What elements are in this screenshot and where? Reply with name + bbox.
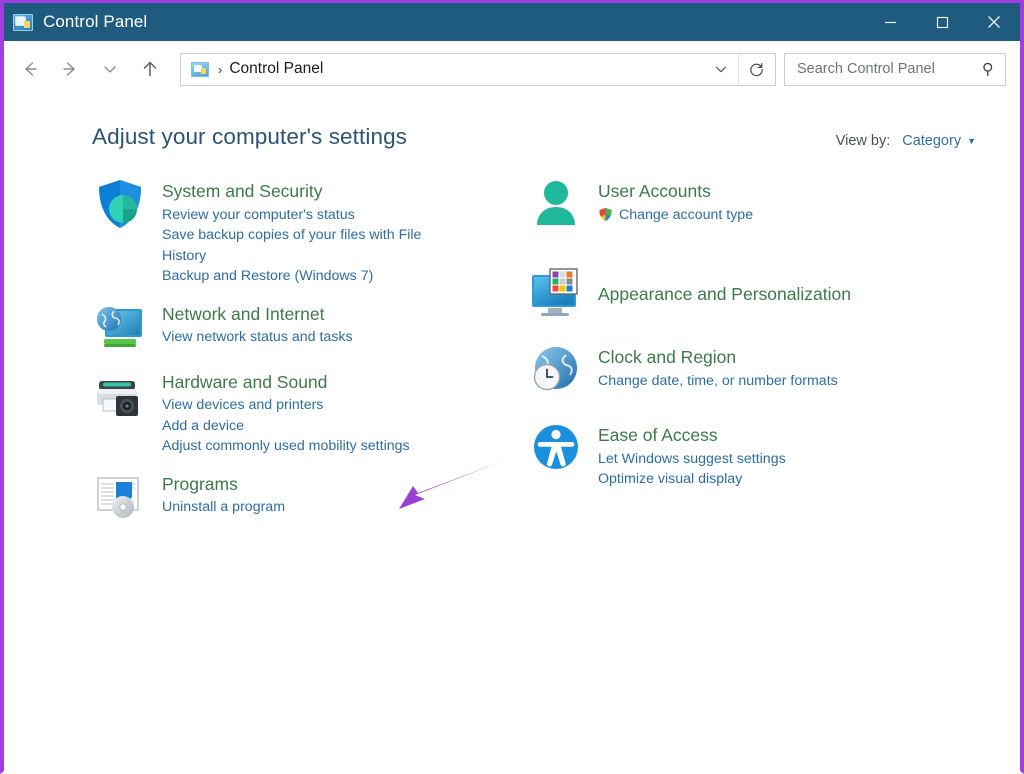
category-body: Ease of Access Let Windows suggest setti… bbox=[598, 420, 786, 490]
back-button[interactable] bbox=[10, 49, 50, 89]
category-link[interactable]: View network status and tasks bbox=[162, 327, 353, 347]
uac-shield-icon bbox=[598, 207, 613, 222]
refresh-icon[interactable] bbox=[739, 54, 773, 85]
category-title[interactable]: Appearance and Personalization bbox=[598, 283, 851, 306]
category-ease-of-access[interactable]: Ease of Access Let Windows suggest setti… bbox=[528, 420, 1020, 490]
category-clock-and-region[interactable]: Clock and Region Change date, time, or n… bbox=[528, 342, 1020, 398]
right-column: User Accounts Change account type Appear… bbox=[512, 176, 1020, 539]
search-icon[interactable] bbox=[981, 61, 997, 77]
category-link[interactable]: Change date, time, or number formats bbox=[598, 371, 838, 391]
control-panel-content: Adjust your computer's settings View by:… bbox=[4, 97, 1020, 539]
search-box[interactable] bbox=[784, 52, 1006, 86]
view-by-dropdown[interactable]: Category ▼ bbox=[902, 133, 976, 149]
view-by-label: View by: bbox=[835, 133, 891, 149]
address-toolbar: › Control Panel bbox=[4, 41, 1020, 97]
breadcrumb-icon bbox=[191, 61, 209, 77]
forward-button[interactable] bbox=[50, 49, 90, 89]
minimize-button[interactable] bbox=[864, 3, 916, 41]
category-body: User Accounts Change account type bbox=[598, 176, 753, 232]
network-globe-monitor-icon bbox=[92, 299, 148, 355]
category-link[interactable]: Adjust commonly used mobility settings bbox=[162, 436, 410, 456]
category-programs[interactable]: Programs Uninstall a program bbox=[92, 469, 512, 525]
category-link[interactable]: Backup and Restore (Windows 7) bbox=[162, 266, 452, 286]
recent-locations-button[interactable] bbox=[90, 49, 130, 89]
security-shield-icon bbox=[92, 176, 148, 232]
search-input[interactable] bbox=[797, 61, 981, 77]
chevron-down-icon: ▼ bbox=[967, 135, 976, 146]
left-column: System and Security Review your computer… bbox=[4, 176, 512, 539]
close-button[interactable] bbox=[968, 3, 1020, 41]
previous-locations-button[interactable] bbox=[704, 54, 738, 85]
control-panel-icon bbox=[13, 13, 33, 31]
category-link[interactable]: Let Windows suggest settings bbox=[598, 449, 786, 469]
category-title[interactable]: Hardware and Sound bbox=[162, 371, 327, 394]
category-link[interactable]: Review your computer's status bbox=[162, 205, 452, 225]
category-link[interactable]: Uninstall a program bbox=[162, 497, 285, 517]
category-link[interactable]: Add a device bbox=[162, 416, 410, 436]
category-body: System and Security Review your computer… bbox=[162, 176, 452, 287]
category-user-accounts[interactable]: User Accounts Change account type bbox=[528, 176, 1020, 232]
appearance-monitor-icon bbox=[528, 264, 584, 320]
page-title: Adjust your computer's settings bbox=[92, 124, 408, 149]
category-body: Clock and Region Change date, time, or n… bbox=[598, 342, 838, 398]
category-body: Appearance and Personalization bbox=[598, 264, 851, 320]
category-link-change-account-type[interactable]: Change account type bbox=[598, 205, 753, 225]
category-title[interactable]: Clock and Region bbox=[598, 346, 736, 369]
view-by-control: View by: Category ▼ bbox=[836, 124, 976, 149]
category-title[interactable]: Ease of Access bbox=[598, 424, 718, 447]
content-header: Adjust your computer's settings View by:… bbox=[4, 97, 1020, 150]
category-title[interactable]: Programs bbox=[162, 473, 238, 496]
category-body: Programs Uninstall a program bbox=[162, 469, 285, 525]
programs-disc-icon bbox=[92, 469, 148, 525]
category-title[interactable]: User Accounts bbox=[598, 180, 711, 203]
category-link[interactable]: View devices and printers bbox=[162, 395, 410, 415]
breadcrumb-separator: › bbox=[218, 61, 223, 77]
category-link[interactable]: Optimize visual display bbox=[598, 469, 786, 489]
category-hardware-and-sound[interactable]: Hardware and Sound View devices and prin… bbox=[92, 367, 512, 457]
ease-of-access-icon bbox=[528, 420, 584, 476]
user-account-icon bbox=[528, 176, 584, 232]
category-link[interactable]: Save backup copies of your files with Fi… bbox=[162, 225, 452, 266]
clock-globe-icon bbox=[528, 342, 584, 398]
category-title[interactable]: Network and Internet bbox=[162, 303, 324, 326]
category-link-label: Change account type bbox=[619, 206, 754, 223]
address-bar[interactable]: › Control Panel bbox=[180, 52, 776, 86]
category-body: Hardware and Sound View devices and prin… bbox=[162, 367, 410, 457]
title-bar: Control Panel bbox=[4, 3, 1020, 41]
maximize-button[interactable] bbox=[916, 3, 968, 41]
window-controls bbox=[864, 3, 1020, 41]
window-title: Control Panel bbox=[43, 12, 148, 31]
printer-speaker-icon bbox=[92, 367, 148, 423]
control-panel-window: Control Panel › Control Panel Search Con… bbox=[0, 0, 1024, 774]
category-columns: System and Security Review your computer… bbox=[4, 150, 1020, 539]
category-body: Network and Internet View network status… bbox=[162, 299, 353, 355]
view-by-value: Category bbox=[902, 133, 962, 149]
category-system-and-security[interactable]: System and Security Review your computer… bbox=[92, 176, 512, 287]
up-button[interactable] bbox=[130, 49, 170, 89]
category-network-and-internet[interactable]: Network and Internet View network status… bbox=[92, 299, 512, 355]
category-appearance-and-personalization[interactable]: Appearance and Personalization bbox=[528, 264, 1020, 320]
title-bar-left: Control Panel bbox=[4, 12, 147, 32]
breadcrumb-path[interactable]: Control Panel bbox=[229, 60, 323, 78]
category-title[interactable]: System and Security bbox=[162, 180, 322, 203]
